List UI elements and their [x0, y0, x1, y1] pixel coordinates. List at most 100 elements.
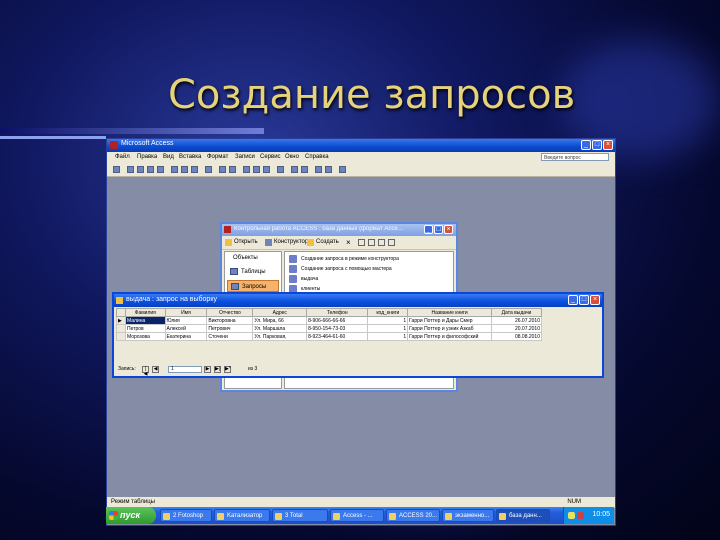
table-cell[interactable]: Морозова [125, 332, 166, 341]
table-cell[interactable]: 1 [367, 324, 409, 333]
taskbar-item[interactable]: Kатализатор [214, 509, 270, 522]
table-cell[interactable]: Гарри Поттер и узник Азкаб [407, 324, 493, 333]
taskbar-item[interactable]: 3 Total [272, 509, 328, 522]
cut-icon[interactable] [171, 166, 178, 173]
table-cell[interactable]: 1 [367, 332, 409, 341]
sort-desc-icon[interactable] [229, 166, 236, 173]
table-cell[interactable]: Ул. Мира, 66 [252, 316, 308, 325]
column-header[interactable]: Имя [164, 308, 208, 317]
list-view-icon[interactable] [378, 239, 385, 246]
database-window-icon[interactable] [315, 166, 322, 173]
column-header[interactable]: Телефон [306, 308, 369, 317]
table-cell[interactable]: 20.07.2010 [491, 324, 542, 333]
column-header[interactable]: Фамилия [125, 308, 166, 317]
db-close-button[interactable]: × [444, 225, 453, 234]
minimize-button[interactable]: _ [581, 140, 591, 150]
query-maximize-button[interactable]: □ [579, 295, 589, 305]
db-minimize-button[interactable]: _ [424, 225, 433, 234]
table-cell[interactable]: Сточени [206, 332, 254, 341]
save-icon[interactable] [127, 166, 134, 173]
maximize-button[interactable]: □ [592, 140, 602, 150]
apply-filter-icon[interactable] [263, 166, 270, 173]
find-icon[interactable] [277, 166, 284, 173]
row-selector[interactable] [116, 324, 126, 333]
open-button[interactable]: Открыть [234, 239, 258, 245]
column-header[interactable]: Название книги [407, 308, 493, 317]
close-button[interactable]: × [603, 140, 613, 150]
taskbar-item[interactable]: 2 Fotoshop [160, 509, 212, 522]
sidebar-item-queries[interactable]: Запросы [227, 280, 279, 292]
tray-icon[interactable] [577, 512, 584, 519]
menu-insert[interactable]: Вставка [179, 154, 201, 160]
preview-icon[interactable] [147, 166, 154, 173]
sort-asc-icon[interactable] [219, 166, 226, 173]
db-maximize-button[interactable]: □ [434, 225, 443, 234]
small-icons-icon[interactable] [368, 239, 375, 246]
table-cell[interactable]: Гарри Поттер и философский [407, 332, 493, 341]
row-selector[interactable] [116, 332, 126, 341]
table-cell[interactable]: 1 [367, 316, 409, 325]
menu-help[interactable]: Справка [305, 154, 329, 160]
table-cell[interactable]: 8-906-666-66-66 [306, 316, 369, 325]
table-row[interactable]: ▶ Малина Юлия Викторовна Ул. Мира, 66 8-… [116, 316, 542, 325]
taskbar-item[interactable]: экзаменно... [442, 509, 494, 522]
query-close-button[interactable]: × [590, 295, 600, 305]
details-view-icon[interactable] [388, 239, 395, 246]
table-cell[interactable]: Гарри Поттер и Дары Смер [407, 316, 493, 325]
table-cell[interactable]: Ул. Маршала [252, 324, 308, 333]
new-object-icon[interactable] [325, 166, 332, 173]
first-record-button[interactable]: |◀ [142, 366, 149, 377]
taskbar-item-active[interactable]: база данн... [496, 509, 550, 522]
help-icon[interactable] [339, 166, 346, 173]
menu-view[interactable]: Вид [163, 154, 174, 160]
menu-window[interactable]: Окно [285, 154, 299, 160]
list-item[interactable]: выдача [289, 274, 318, 284]
print-icon[interactable] [137, 166, 144, 173]
sidebar-item-tables[interactable]: Таблицы [227, 266, 279, 278]
menu-tools[interactable]: Сервис [260, 154, 281, 160]
start-button[interactable]: пуск [106, 507, 156, 524]
paste-icon[interactable] [191, 166, 198, 173]
taskbar-item[interactable]: ACCESS 20... [386, 509, 440, 522]
table-cell[interactable]: Алексей [164, 324, 208, 333]
table-cell[interactable]: Екатерина [164, 332, 208, 341]
list-item[interactable]: Создание запроса в режиме конструктора [289, 254, 399, 264]
previous-record-button[interactable]: ◀ [152, 366, 159, 373]
menu-edit[interactable]: Правка [137, 154, 157, 160]
undo-icon[interactable] [205, 166, 212, 173]
spelling-icon[interactable] [157, 166, 164, 173]
menu-records[interactable]: Записи [235, 154, 255, 160]
record-number-input[interactable]: 1 [168, 366, 202, 373]
list-item[interactable]: Создание запроса с помощью мастера [289, 264, 392, 274]
filter-icon[interactable] [243, 166, 250, 173]
column-header[interactable]: Дата выдачи [491, 308, 542, 317]
table-row[interactable]: Морозова Екатерина Сточени Ул. Парковая,… [116, 332, 542, 341]
column-header[interactable]: код_книги [367, 308, 409, 317]
current-row-marker[interactable]: ▶ [116, 316, 126, 325]
new-record-button[interactable]: ▶* [224, 366, 231, 373]
large-icons-icon[interactable] [358, 239, 365, 246]
copy-icon[interactable] [181, 166, 188, 173]
table-cell[interactable]: Юлия [164, 316, 208, 325]
table-cell[interactable]: Викторовна [206, 316, 254, 325]
filter-form-icon[interactable] [253, 166, 260, 173]
table-cell[interactable]: 8-923-464-61-60 [306, 332, 369, 341]
table-cell[interactable]: 8-950-154-73-03 [306, 324, 369, 333]
menu-file[interactable]: Файл [115, 154, 130, 160]
table-cell[interactable]: 08.08.2010 [491, 332, 542, 341]
last-record-button[interactable]: ▶| [214, 366, 221, 373]
help-search-input[interactable]: Введите вопрос [541, 153, 609, 161]
column-header[interactable]: Отчество [206, 308, 254, 317]
table-cell[interactable]: Малина [125, 316, 166, 325]
menu-format[interactable]: Формат [207, 154, 228, 160]
view-icon[interactable] [113, 166, 120, 173]
table-cell[interactable]: Петрович [206, 324, 254, 333]
new-record-icon[interactable] [291, 166, 298, 173]
table-cell[interactable]: Ул. Парковая, [252, 332, 308, 341]
table-row[interactable]: Петров Алексей Петрович Ул. Маршала 8-95… [116, 324, 542, 333]
delete-record-icon[interactable] [301, 166, 308, 173]
tray-icon[interactable] [568, 512, 575, 519]
next-record-button[interactable]: ▶ [204, 366, 211, 373]
design-button[interactable]: Конструктор [274, 239, 308, 245]
taskbar-item[interactable]: Access - ... [330, 509, 384, 522]
